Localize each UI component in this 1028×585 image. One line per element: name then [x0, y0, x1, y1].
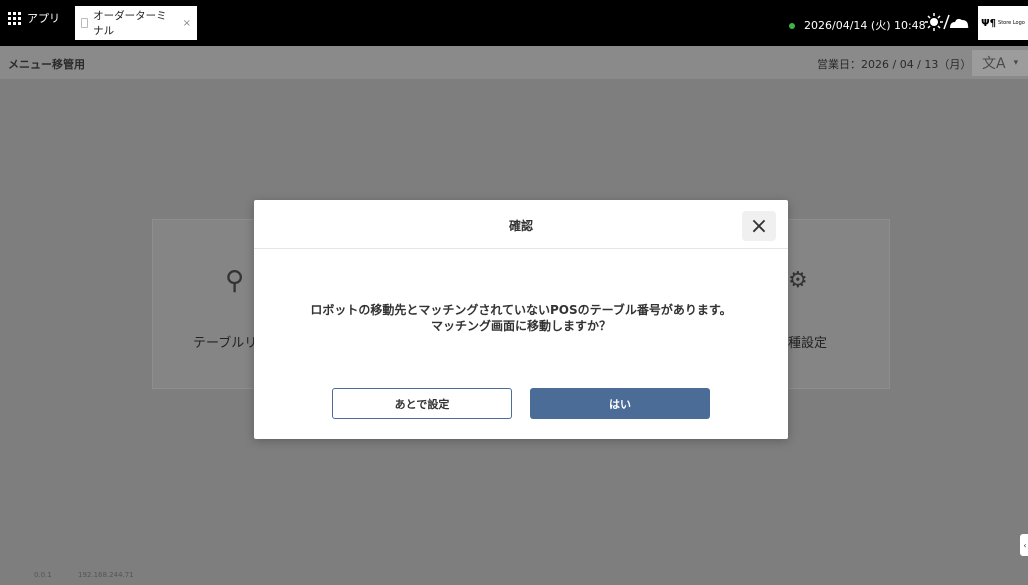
dialog-message: ロボットの移動先とマッチングされていないPOSのテーブル番号があります。 マッチ… [254, 302, 788, 334]
side-tab-button[interactable]: ‹ [1020, 534, 1028, 556]
ip-address: 192.168.244.71 [78, 571, 134, 579]
weather-sunny-cloudy-icon [925, 13, 969, 31]
menu-item-table-label[interactable]: テーブルリ [193, 332, 257, 351]
dialog-header: 確認 × [254, 200, 788, 249]
store-logo-text: Store Logo [998, 20, 1025, 26]
app-version: 0.0.1 [34, 571, 52, 579]
top-bar: アプリ オーダーターミナル × 2026/04/14 (火) 10:48 Ψ¶ … [0, 0, 1028, 46]
apps-label: アプリ [27, 12, 60, 25]
document-icon [81, 18, 89, 28]
page-header: メニュー移管用 営業日：2026 / 04 / 13（月） 文A ▾ [0, 46, 1028, 79]
online-status-icon [789, 23, 795, 29]
set-later-button[interactable]: あとで設定 [332, 388, 512, 419]
apps-launcher[interactable]: アプリ [8, 10, 60, 26]
tab-title: オーダーターミナル [93, 10, 167, 37]
current-datetime: 2026/04/14 (火) 10:48 [804, 19, 926, 32]
gear-icon[interactable]: ⚙ [788, 268, 808, 293]
dialog-close-button[interactable]: × [742, 211, 776, 241]
tab-order-terminal[interactable]: オーダーターミナル × [75, 6, 197, 40]
translate-icon: 文A [982, 56, 1006, 72]
tab-close-button[interactable]: × [183, 18, 191, 29]
dialog-title: 確認 [508, 219, 533, 233]
yes-button[interactable]: はい [530, 388, 710, 419]
chevron-down-icon: ▾ [1013, 58, 1019, 68]
table-icon[interactable]: ⚲ [225, 266, 244, 296]
page-title: メニュー移管用 [8, 58, 85, 71]
menu-item-settings-label[interactable]: 種設定 [788, 332, 827, 351]
fork-knife-icon: Ψ¶ [981, 17, 997, 29]
dialog-message-line-2: マッチング画面に移動しますか？ [430, 319, 611, 333]
business-date: 営業日：2026 / 04 / 13（月） [817, 58, 972, 71]
dialog-message-line-1: ロボットの移動先とマッチングされていないPOSのテーブル番号があります。 [310, 303, 732, 317]
language-button[interactable]: 文A ▾ [972, 50, 1028, 76]
confirm-dialog: 確認 × ロボットの移動先とマッチングされていないPOSのテーブル番号があります… [254, 200, 788, 439]
close-icon: × [749, 213, 769, 239]
apps-grid-icon [8, 11, 21, 25]
store-logo: Ψ¶ Store Logo [978, 6, 1028, 40]
